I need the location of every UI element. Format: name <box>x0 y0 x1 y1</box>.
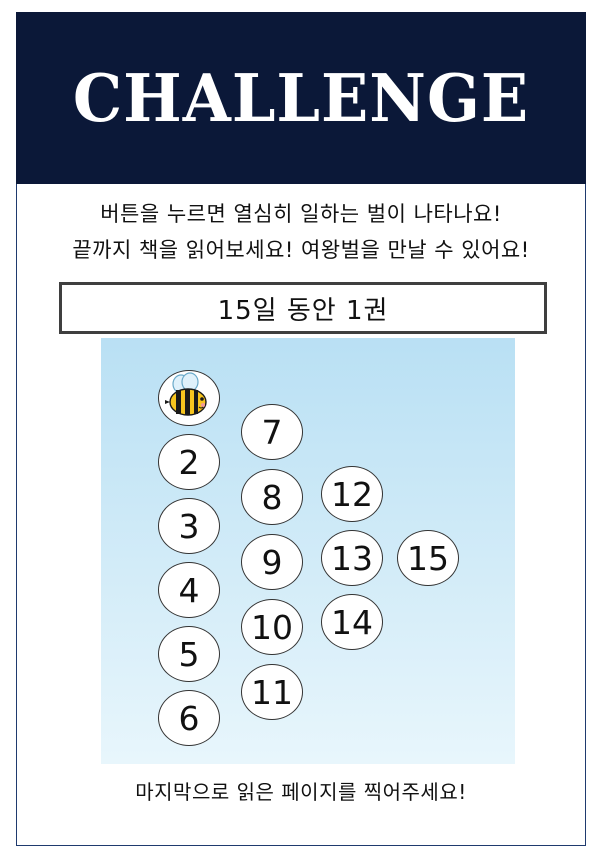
day-13-button[interactable]: 13 <box>321 530 383 586</box>
day-11-button[interactable]: 11 <box>241 664 303 720</box>
day-10-button[interactable]: 10 <box>241 599 303 655</box>
day-12-button[interactable]: 12 <box>321 466 383 522</box>
day-8-button[interactable]: 8 <box>241 469 303 525</box>
photo-instruction: 마지막으로 읽은 페이지를 찍어주세요! <box>135 780 467 804</box>
day-2-button[interactable]: 2 <box>158 434 220 490</box>
reading-board: 2 3 4 5 6 7 8 9 10 11 12 13 14 15 <box>101 338 515 764</box>
day-1-button[interactable] <box>158 370 220 426</box>
day-5-button[interactable]: 5 <box>158 626 220 682</box>
page-title: CHALLENGE <box>72 59 530 137</box>
day-9-button[interactable]: 9 <box>241 534 303 590</box>
instruction-line-2: 끝까지 책을 읽어보세요! 여왕벌을 만날 수 있어요! <box>72 238 530 262</box>
day-6-button[interactable]: 6 <box>158 690 220 746</box>
day-7-button[interactable]: 7 <box>241 404 303 460</box>
day-4-button[interactable]: 4 <box>158 562 220 618</box>
day-15-button[interactable]: 15 <box>397 530 459 586</box>
bee-icon <box>165 372 207 416</box>
goal-text: 15일 동안 1권 <box>217 295 389 326</box>
instructions: 버튼을 누르면 열심히 일하는 벌이 나타나요! 끝까지 책을 읽어보세요! 여… <box>16 196 586 268</box>
header-banner: CHALLENGE <box>16 12 586 184</box>
instruction-line-1: 버튼을 누르면 열심히 일하는 벌이 나타나요! <box>100 202 502 226</box>
day-3-button[interactable]: 3 <box>158 498 220 554</box>
goal-box: 15일 동안 1권 <box>59 282 547 334</box>
day-14-button[interactable]: 14 <box>321 594 383 650</box>
